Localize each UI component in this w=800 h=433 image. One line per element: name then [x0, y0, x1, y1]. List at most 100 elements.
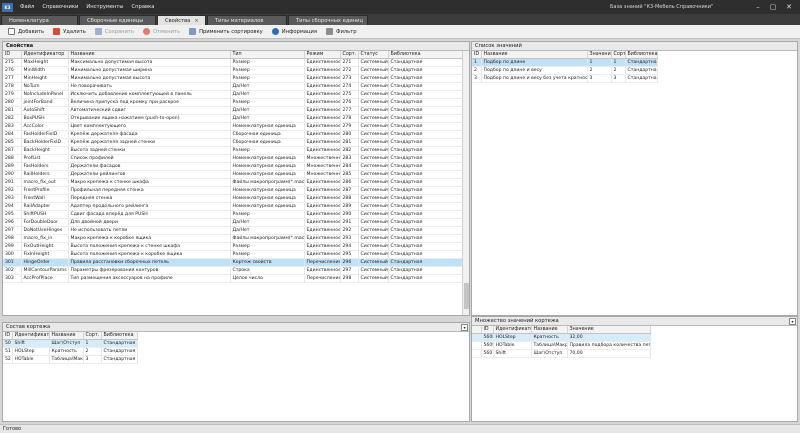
close-icon[interactable]: ✕: [783, 2, 795, 12]
table-row[interactable]: 5609HOTableТаблица\МакроПравила подбора …: [472, 341, 651, 350]
tab-properties[interactable]: Свойства ×: [157, 15, 206, 25]
column-header[interactable]: Значение: [567, 326, 651, 334]
table-row[interactable]: 3 Подбор по длине и весу без учета кратно…: [472, 74, 658, 83]
row-indicator[interactable]: [472, 333, 482, 342]
column-header[interactable]: Название: [481, 51, 588, 59]
row-indicator[interactable]: [472, 349, 482, 358]
maximize-icon[interactable]: ▢: [767, 2, 779, 12]
column-header[interactable]: Название: [531, 326, 568, 334]
tab-nomenclature[interactable]: Номенклатура: [1, 15, 78, 25]
table-row[interactable]: 5608HOLStepКратность32,00: [472, 333, 651, 342]
table-row[interactable]: 277 MinHeight Минимально допустимая высота…: [3, 74, 463, 83]
table-cell: Правила расстановки сборочных петель: [68, 258, 231, 267]
table-cell: 3: [611, 74, 626, 83]
column-header[interactable]: ID: [3, 332, 13, 340]
table-row[interactable]: 282 BoxPUSH Открывание ящика нажатием (pus…: [3, 114, 463, 123]
tab-assembly-units[interactable]: Сборочные единицы: [79, 15, 156, 25]
column-header[interactable]: ID: [472, 51, 482, 59]
table-row[interactable]: 302 MillContourParams Параметры фрезерован…: [3, 266, 463, 275]
close-tab-icon[interactable]: ×: [194, 18, 198, 24]
cancel-button[interactable]: Отменить: [143, 28, 180, 35]
properties-scrollbar[interactable]: [462, 51, 469, 315]
column-header[interactable]: Сорт.: [611, 51, 626, 59]
table-row[interactable]: 299 FixOutHeight Высота положения крепежа …: [3, 242, 463, 251]
table-row[interactable]: 287 BackHeight Высота задней стенки Размер Е…: [3, 146, 463, 155]
table-row[interactable]: 5607ShiftШаг\Отступ70,00: [472, 349, 651, 358]
table-row[interactable]: 283 AccColor Цвет комплектующего Номенклату…: [3, 122, 463, 131]
table-row[interactable]: 275 MaxHeight Максимально допустимая высот…: [3, 58, 463, 67]
table-row[interactable]: 294 RailAdapter Адаптер продольного рейлин…: [3, 202, 463, 211]
table-row[interactable]: 303 AccProfPlace Тип размещения аксессуаро…: [3, 274, 463, 283]
table-row[interactable]: 290 RailHolders Держатели рейлингов Номенкл…: [3, 170, 463, 179]
table-cell: Стандартная: [388, 186, 463, 195]
table-cell: Единственное: [304, 114, 341, 123]
menu-help[interactable]: Справка: [128, 4, 159, 10]
table-cell: Держатели фасадов: [68, 162, 231, 171]
delete-button[interactable]: Удалить: [53, 28, 86, 35]
save-icon: [94, 28, 102, 35]
minimize-icon[interactable]: –: [752, 2, 764, 12]
column-header[interactable]: Библиотека: [388, 51, 463, 59]
table-row[interactable]: 288 ProfList Список профилей Номенклатурная…: [3, 154, 463, 163]
table-row[interactable]: 51 HOLStep Кратность 2 Стандартная: [3, 347, 138, 356]
tab-material-types[interactable]: Типы материалов: [207, 15, 287, 25]
column-header[interactable]: Библиотека: [101, 332, 138, 340]
table-row[interactable]: 293 FrontWall Передняя стенка Номенклатурна…: [3, 194, 463, 203]
column-header[interactable]: Идентификатор: [12, 332, 50, 340]
filter-button[interactable]: Фильтр: [325, 28, 357, 35]
scrollbar-thumb[interactable]: [464, 283, 469, 309]
table-cell: 292: [3, 186, 22, 195]
table-row[interactable]: 289 FasHolders Держатели фасадов Номенклату…: [3, 162, 463, 171]
column-header[interactable]: Сорт.: [83, 332, 102, 340]
table-row[interactable]: 52HOTableТаблица\Макро3Стандартная: [3, 355, 138, 364]
table-row[interactable]: 50 Shift Шаг\Отступ 1 Стандартная: [3, 339, 138, 348]
table-cell: Размер: [230, 250, 305, 259]
table-row[interactable]: 292 FrontProfile Профильная передняя стенк…: [3, 186, 463, 195]
column-header[interactable]: Идентификатор: [493, 326, 532, 334]
table-row[interactable]: 291 macro_fix_out Макро крепежа к стенке ш…: [3, 178, 463, 187]
apply-sort-button[interactable]: Применить сортировку: [189, 28, 263, 35]
table-row[interactable]: 296 ForDoubleDoor Для двойной двери Да/Нет Е…: [3, 218, 463, 227]
table-row[interactable]: 278 NoTurn Не поворачивать Да/Нет Единственн…: [3, 82, 463, 91]
column-header[interactable]: Режим: [304, 51, 341, 59]
table-row[interactable]: 1 Подбор по длине 1 1 Стандартная: [472, 58, 658, 67]
column-header[interactable]: ID: [481, 326, 494, 334]
collapse-icon[interactable]: ▾: [789, 318, 796, 325]
table-row[interactable]: 295 ShiftPUSH Сдвиг фасада вперёд для PUSH…: [3, 210, 463, 219]
table-cell: Файлы макропрограмм(*.mac;*.py: [230, 234, 305, 243]
tab-assembly-unit-types[interactable]: Типы сборочных единиц: [288, 15, 368, 25]
table-row[interactable]: 285 BackHolderFixID Крепёж держателя задне…: [3, 138, 463, 147]
table-row[interactable]: 2 Подбор по длине и весу 2 2 Стандартная: [472, 66, 658, 75]
table-row[interactable]: 280 jointForBand Величина припуска под кро…: [3, 98, 463, 107]
column-header[interactable]: Название: [49, 332, 84, 340]
table-row[interactable]: 276 MinWidth Минимально допустимая ширина Р…: [3, 66, 463, 75]
menu-tools[interactable]: Инструменты: [82, 4, 127, 10]
table-row[interactable]: 281 AutoShift Автоматический сдвиг Да/Нет Ед…: [3, 106, 463, 115]
row-indicator[interactable]: [472, 341, 482, 350]
table-row[interactable]: 298 macro_fix_in Макро крепежа к коробке я…: [3, 234, 463, 243]
table-cell: Стандартная: [388, 178, 463, 187]
collapse-icon[interactable]: ▾: [461, 324, 468, 331]
table-row[interactable]: 279 NoIncludeInPanel Исключить добавление …: [3, 90, 463, 99]
table-row[interactable]: 297 DoNotUseHinges Не использовать петли Да…: [3, 226, 463, 235]
menu-references[interactable]: Справочники: [38, 4, 82, 10]
add-button[interactable]: Добавить: [8, 28, 44, 35]
table-row[interactable]: 301 HingeOrder Правила расстановки сборочн…: [3, 258, 463, 267]
table-row[interactable]: 284 FasHolderFixID Крепёж держателя фасада…: [3, 130, 463, 139]
column-header[interactable]: Идентификатор: [21, 51, 69, 59]
table-cell: HOTable: [12, 355, 50, 364]
column-header[interactable]: Сорт.: [340, 51, 359, 59]
table-cell: Стандартная: [388, 90, 463, 99]
column-header[interactable]: Библиотека: [625, 51, 658, 59]
column-header[interactable]: Название: [68, 51, 231, 59]
column-header[interactable]: Значение: [587, 51, 612, 59]
table-cell: 1: [587, 58, 612, 67]
column-header[interactable]: ID: [3, 51, 22, 59]
save-button[interactable]: Сохранить: [94, 28, 134, 35]
info-button[interactable]: Информация: [271, 28, 317, 35]
column-header[interactable]: Тип: [230, 51, 305, 59]
menu-file[interactable]: Файл: [16, 4, 38, 10]
column-header[interactable]: Статус: [358, 51, 389, 59]
table-row[interactable]: 300 FixInHeight Высота положения крепежа к…: [3, 250, 463, 259]
table-cell: Системный: [358, 58, 389, 67]
